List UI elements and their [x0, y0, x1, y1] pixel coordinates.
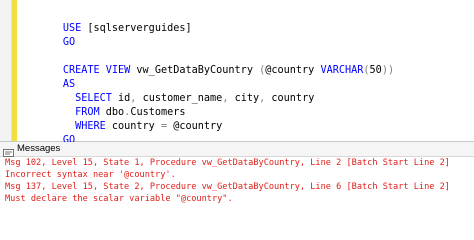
keyword: GO: [62, 37, 76, 48]
sql-code[interactable]: USE [sqlserverguides] GO CREATE VIEW vw_…: [26, 8, 394, 146]
keyword: USE: [62, 23, 82, 34]
identifier: country: [265, 93, 315, 104]
messages-icon: [3, 144, 14, 159]
keyword: SELECT: [62, 93, 112, 104]
tab-messages[interactable]: Messages: [17, 142, 60, 156]
identifier: [sqlserverguides]: [81, 23, 192, 34]
keyword: WHERE: [62, 121, 106, 132]
results-tab-bar: Messages: [0, 142, 474, 159]
code-line: SELECT id, customer_name, city, country: [26, 78, 394, 104]
identifier: city: [228, 93, 260, 104]
change-indicator-bar: [12, 0, 17, 141]
query-editor[interactable]: USE [sqlserverguides] GO CREATE VIEW vw_…: [0, 0, 474, 146]
editor-gutter: [0, 0, 12, 141]
identifier: vw_GetDataByCountry: [130, 65, 260, 76]
code-line: CREATE VIEW vw_GetDataByCountry (@countr…: [26, 50, 394, 76]
code-line: USE [sqlserverguides]: [26, 8, 394, 34]
identifier: customer_name: [136, 93, 223, 104]
error-message-line: Msg 137, Level 15, State 2, Procedure vw…: [5, 182, 450, 192]
error-message-line: Must declare the scalar variable "@count…: [5, 194, 233, 204]
number-literal: 50: [369, 65, 382, 76]
parameter: @country: [265, 65, 315, 76]
identifier: @country: [167, 121, 223, 132]
messages-panel[interactable]: Msg 102, Level 15, State 1, Procedure vw…: [0, 157, 474, 207]
keyword: CREATE VIEW: [62, 65, 131, 76]
identifier: country: [105, 121, 161, 132]
data-type: VARCHAR: [314, 65, 364, 76]
keyword: AS: [62, 79, 76, 90]
identifier: dbo: [99, 107, 125, 118]
identifier: Customers: [130, 107, 186, 118]
operator: )): [381, 65, 395, 76]
error-message-line: Msg 102, Level 15, State 1, Procedure vw…: [5, 158, 450, 168]
error-message-line: Incorrect syntax near '@country'.: [5, 170, 176, 180]
keyword: FROM: [62, 107, 100, 118]
identifier: id: [111, 93, 131, 104]
